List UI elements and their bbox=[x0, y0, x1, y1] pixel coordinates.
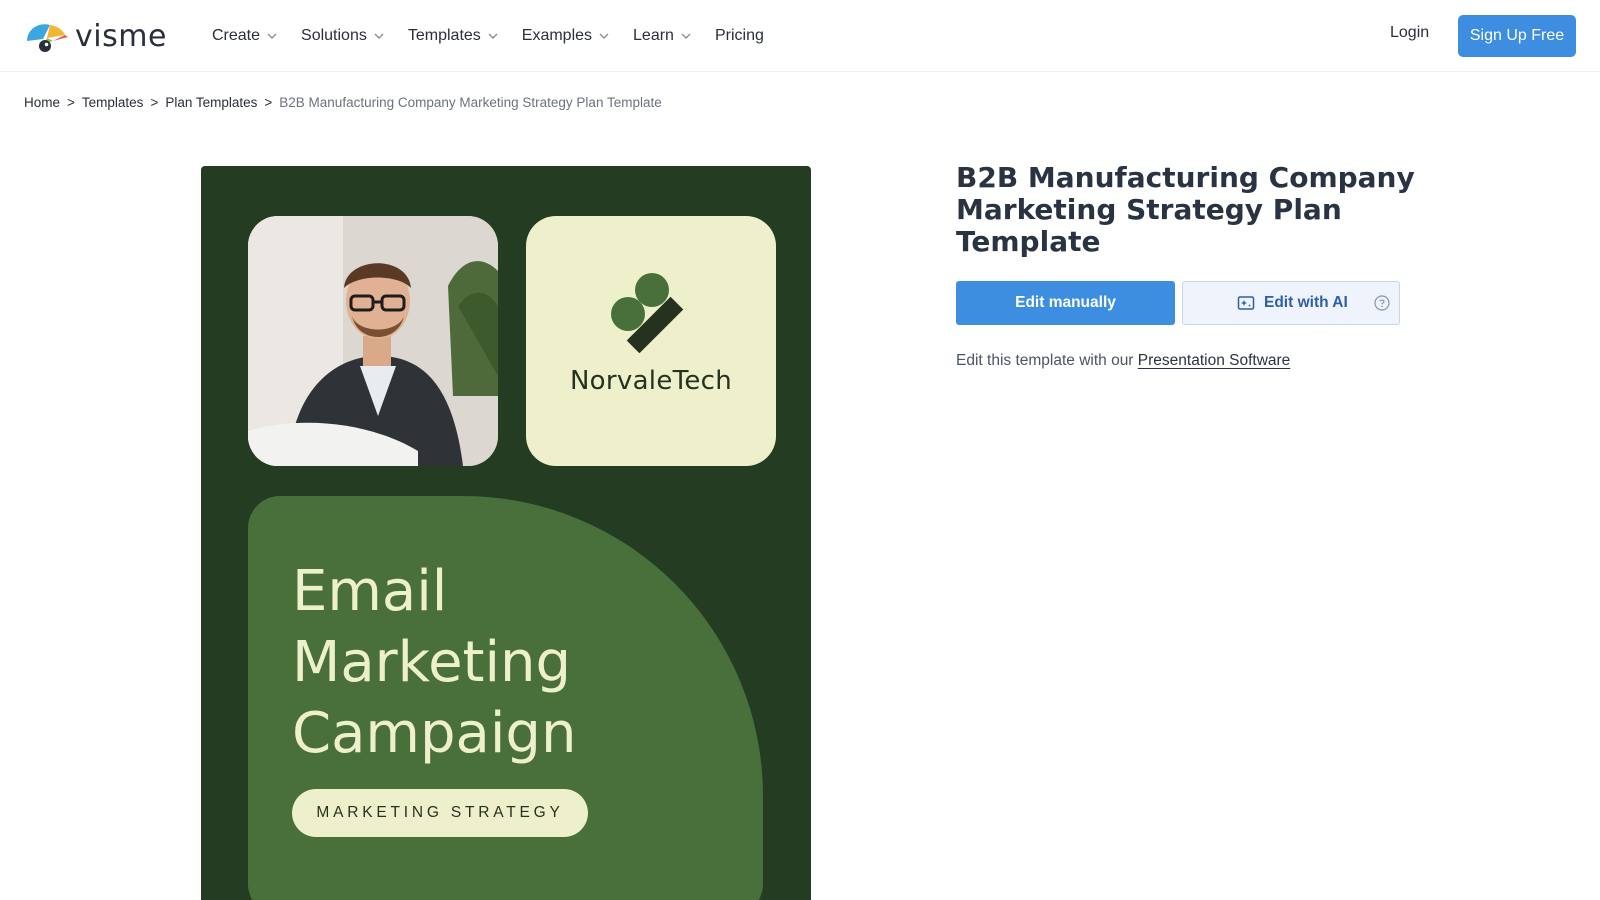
edit-info-text: Edit this template with our Presentation… bbox=[956, 352, 1290, 370]
breadcrumb-current: B2B Manufacturing Company Marketing Stra… bbox=[279, 95, 662, 110]
ai-sparkle-icon bbox=[1237, 296, 1255, 310]
nav-learn[interactable]: Learn bbox=[633, 24, 692, 48]
main-nav: Create Solutions Templates Examples Lear… bbox=[212, 24, 787, 48]
template-preview[interactable]: NorvaleTech Email Marketing Campaign MAR… bbox=[201, 166, 811, 900]
nav-pricing-label: Pricing bbox=[714, 27, 764, 44]
visme-logo-icon bbox=[27, 24, 68, 52]
page-title: B2B Manufacturing Company Marketing Stra… bbox=[956, 161, 1415, 258]
norvaletech-logo-icon bbox=[611, 273, 684, 354]
edit-manually-button[interactable]: Edit manually bbox=[956, 281, 1175, 325]
campaign-headline: Email Marketing Campaign bbox=[292, 559, 577, 766]
logo-wordmark: visme bbox=[75, 18, 167, 54]
help-icon[interactable] bbox=[1374, 295, 1390, 311]
breadcrumb-home[interactable]: Home bbox=[24, 95, 60, 110]
visme-logo[interactable]: visme bbox=[23, 18, 167, 54]
nav-solutions[interactable]: Solutions bbox=[301, 24, 385, 48]
chevron-down-icon bbox=[267, 33, 277, 39]
marketing-strategy-pill: MARKETING STRATEGY bbox=[292, 789, 588, 837]
chevron-down-icon bbox=[488, 33, 498, 39]
breadcrumb: Home > Templates > Plan Templates > B2B … bbox=[24, 95, 662, 110]
chevron-down-icon bbox=[681, 33, 691, 39]
nav-examples[interactable]: Examples bbox=[522, 24, 610, 48]
photo-illustration bbox=[248, 216, 498, 466]
campaign-card: Email Marketing Campaign MARKETING STRAT… bbox=[248, 496, 763, 900]
nav-solutions-label: Solutions bbox=[301, 27, 367, 44]
brand-name: NorvaleTech bbox=[569, 366, 733, 396]
nav-templates[interactable]: Templates bbox=[408, 24, 499, 48]
breadcrumb-separator: > bbox=[264, 95, 273, 110]
nav-learn-label: Learn bbox=[633, 27, 674, 44]
presentation-software-link[interactable]: Presentation Software bbox=[1138, 352, 1291, 369]
nav-create[interactable]: Create bbox=[212, 24, 278, 48]
businessman-photo bbox=[248, 216, 498, 466]
breadcrumb-separator: > bbox=[67, 95, 75, 110]
chevron-down-icon bbox=[374, 33, 384, 39]
breadcrumb-templates[interactable]: Templates bbox=[82, 95, 144, 110]
nav-pricing[interactable]: Pricing bbox=[715, 24, 764, 48]
login-link[interactable]: Login bbox=[1390, 24, 1429, 42]
breadcrumb-separator: > bbox=[150, 95, 159, 110]
brand-logo-card: NorvaleTech bbox=[526, 216, 776, 466]
breadcrumb-plan-templates[interactable]: Plan Templates bbox=[165, 95, 257, 110]
edit-info-prefix: Edit this template with our bbox=[956, 352, 1134, 369]
nav-examples-label: Examples bbox=[521, 27, 593, 44]
top-navbar: visme Create Solutions Templates Example… bbox=[0, 0, 1600, 72]
nav-templates-label: Templates bbox=[407, 27, 481, 44]
nav-create-label: Create bbox=[212, 27, 261, 44]
edit-with-ai-label: Edit with AI bbox=[1264, 294, 1348, 311]
edit-with-ai-button[interactable]: Edit with AI bbox=[1182, 281, 1400, 325]
chevron-down-icon bbox=[599, 33, 609, 39]
sign-up-button[interactable]: Sign Up Free bbox=[1458, 15, 1576, 57]
